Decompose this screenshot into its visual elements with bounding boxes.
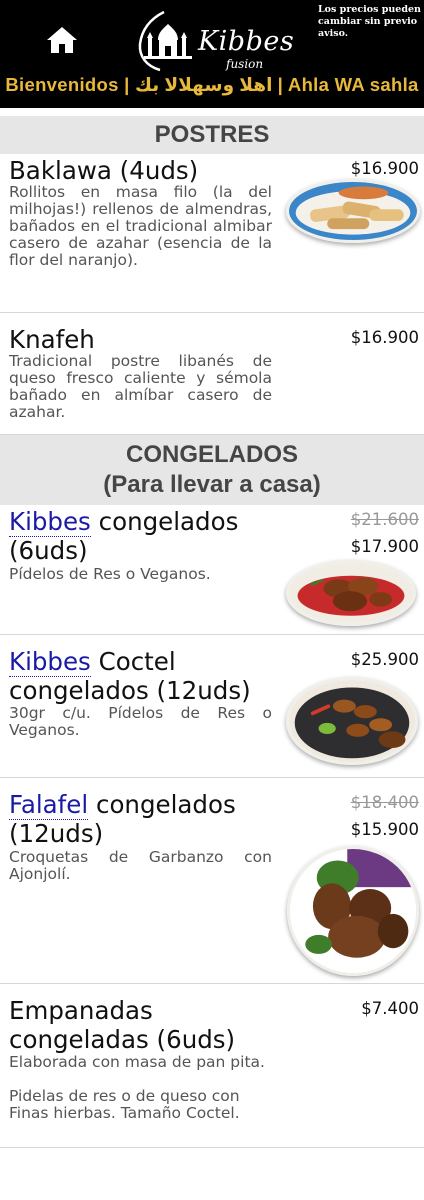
menu-item-kibbes-coctel[interactable]: Kibbes Coctel congelados (12uds) $25.900… [0, 635, 424, 778]
menu-item-knafeh[interactable]: Knafeh $16.900 Tradicional postre libané… [0, 313, 424, 435]
item-name: Kibbes Coctel congelados (12uds) [9, 647, 279, 705]
falafel-link[interactable]: Falafel [9, 790, 89, 820]
menu-item-baklawa[interactable]: Baklawa (4uds) $16.900 Rollitos en masa … [0, 154, 424, 313]
falafel-photo [287, 846, 419, 976]
mosque-logo-icon [138, 10, 192, 72]
kibbes-coctel-link[interactable]: Kibbes [9, 647, 91, 677]
price-notice: Los precios pueden cambiar sin previo av… [318, 4, 421, 39]
item-price: $16.900 [350, 328, 419, 347]
item-price: $7.400 [361, 999, 419, 1018]
kibbes-link[interactable]: Kibbes [9, 507, 91, 537]
welcome-banner: Bienvenidos | اهلا وسهلالا بك | Ahla WA … [5, 74, 419, 95]
section-title-congelados: CONGELADOS (Para llevar a casa) [0, 435, 424, 505]
item-price: $25.900 [350, 650, 419, 669]
kibbes-photo [286, 560, 416, 626]
item-description-line2: Pidelas de res o de queso con Finas hier… [9, 1087, 240, 1122]
item-description: Pídelos de Res o Veganos. [9, 565, 211, 583]
menu-item-kibbes-congelados[interactable]: Kibbes congelados (6uds) $21.600 $17.900… [0, 505, 424, 635]
item-description: 30gr c/u. Pídelos de Res o Veganos. [9, 704, 272, 739]
item-description-line1: Elaborada con masa de pan pita. [9, 1053, 265, 1071]
brand-logo[interactable]: Kibbes fusion [136, 10, 296, 72]
item-description: Tradicional postre libanés de queso fres… [9, 352, 272, 421]
section-title-text: CONGELADOS [125, 441, 298, 468]
section-subtitle-text: (Para llevar a casa) [103, 471, 321, 498]
item-name: Knafeh [9, 325, 95, 354]
item-name: Empanadas congeladas (6uds) [9, 996, 236, 1054]
item-price: $15.900 [350, 820, 419, 839]
menu-item-empanadas[interactable]: Empanadas congeladas (6uds) $7.400 Elabo… [0, 984, 424, 1148]
brand-name: Kibbes [198, 26, 295, 57]
item-description: Rollitos en masa filo (la del milhojas!)… [9, 183, 272, 269]
item-old-price: $21.600 [350, 510, 419, 529]
item-price: $17.900 [350, 537, 419, 556]
home-icon[interactable] [46, 26, 78, 54]
item-price: $16.900 [350, 159, 419, 178]
top-header: Kibbes fusion Los precios pueden cambiar… [0, 0, 424, 108]
section-title-text: POSTRES [154, 121, 270, 148]
item-description: Croquetas de Garbanzo con Ajonjolí. [9, 848, 272, 883]
item-old-price: $18.400 [350, 793, 419, 812]
baklawa-photo [286, 179, 420, 243]
brand-subtitle: fusion [226, 57, 264, 71]
item-name: Baklawa (4uds) [9, 156, 199, 185]
kibbes-coctel-photo [286, 677, 418, 765]
section-title-postres: POSTRES [0, 116, 424, 154]
menu-item-falafel[interactable]: Falafel congelados (12uds) $18.400 $15.9… [0, 778, 424, 984]
item-name: Kibbes congelados (6uds) [9, 507, 269, 565]
item-name: Falafel congelados (12uds) [9, 790, 269, 848]
